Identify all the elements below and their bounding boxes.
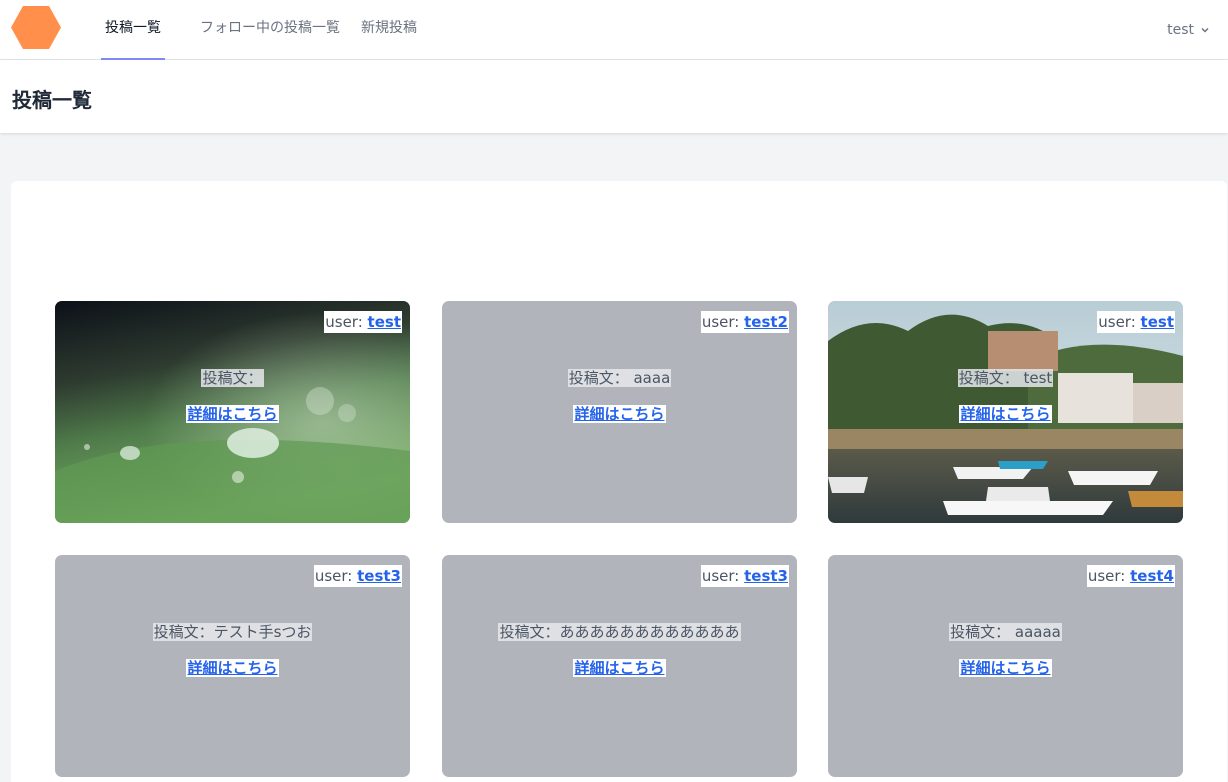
post-user-link[interactable]: test2 <box>744 313 788 331</box>
post-detail-link[interactable]: 詳細はこちら <box>573 405 666 423</box>
post-user-link[interactable]: test <box>1141 313 1174 331</box>
post-detail-link-wrapper: 詳細はこちら <box>828 658 1183 678</box>
post-detail-link-wrapper: 詳細はこちら <box>442 658 797 678</box>
post-user-tag: user: test <box>1097 311 1175 333</box>
post-detail-link[interactable]: 詳細はこちら <box>959 659 1052 677</box>
post-user-link[interactable]: test3 <box>357 567 401 585</box>
user-prefix-label: user: <box>325 313 363 331</box>
post-user-link[interactable]: test4 <box>1130 567 1174 585</box>
post-user-link[interactable]: test <box>368 313 401 331</box>
nav-link-posts[interactable]: 投稿一覧 <box>101 0 165 60</box>
post-text: 投稿文： <box>201 369 264 387</box>
post-detail-link-wrapper: 詳細はこちら <box>55 658 410 678</box>
post-detail-link[interactable]: 詳細はこちら <box>186 405 279 423</box>
page-title: 投稿一覧 <box>12 88 92 112</box>
user-prefix-label: user: <box>314 567 353 585</box>
post-card: user: test3 投稿文：テスト手sつお 詳細はこちら <box>55 555 410 777</box>
post-card: user: test4 投稿文： aaaaa 詳細はこちら <box>828 555 1183 777</box>
post-user-tag: user: test3 <box>700 565 789 587</box>
post-detail-link-wrapper: 詳細はこちら <box>55 404 410 424</box>
user-prefix-label: user: <box>1087 567 1126 585</box>
post-detail-link[interactable]: 詳細はこちら <box>186 659 279 677</box>
post-detail-link-wrapper: 詳細はこちら <box>442 404 797 424</box>
post-detail-link[interactable]: 詳細はこちら <box>959 405 1052 423</box>
post-user-tag: user: test3 <box>313 565 402 587</box>
post-text: 投稿文： aaaa <box>567 369 672 387</box>
post-text: 投稿文： test <box>957 369 1054 387</box>
user-menu[interactable]: test <box>1167 0 1210 60</box>
post-text: 投稿文： aaaaa <box>949 623 1062 641</box>
post-card: user: test2 投稿文： aaaa 詳細はこちら <box>442 301 797 523</box>
user-prefix-label: user: <box>1098 313 1136 331</box>
post-detail-link-wrapper: 詳細はこちら <box>828 404 1183 424</box>
post-card: user: test3 投稿文：ああああああああああああ 詳細はこちら <box>442 555 797 777</box>
post-user-tag: user: test4 <box>1086 565 1175 587</box>
chevron-down-icon <box>1201 27 1209 33</box>
post-user-tag: user: test2 <box>700 311 789 333</box>
post-card: user: test 投稿文： 詳細はこちら <box>55 301 410 523</box>
post-text: 投稿文：ああああああああああああ <box>498 623 741 641</box>
top-navigation: 投稿一覧 フォロー中の投稿一覧 新規投稿 test <box>0 0 1228 60</box>
post-user-link[interactable]: test3 <box>744 567 788 585</box>
hexagon-logo-icon[interactable] <box>11 6 61 49</box>
post-card: user: test 投稿文： test 詳細はこちら <box>828 301 1183 523</box>
post-detail-link[interactable]: 詳細はこちら <box>573 659 666 677</box>
nav-link-following-posts[interactable]: フォロー中の投稿一覧 <box>200 0 340 60</box>
post-text: 投稿文：テスト手sつお <box>152 623 313 641</box>
user-prefix-label: user: <box>701 313 740 331</box>
user-prefix-label: user: <box>701 567 740 585</box>
user-menu-label: test <box>1167 22 1194 38</box>
post-user-tag: user: test <box>324 311 402 333</box>
nav-link-new-post[interactable]: 新規投稿 <box>361 0 417 60</box>
page-header: 投稿一覧 <box>0 60 1228 133</box>
